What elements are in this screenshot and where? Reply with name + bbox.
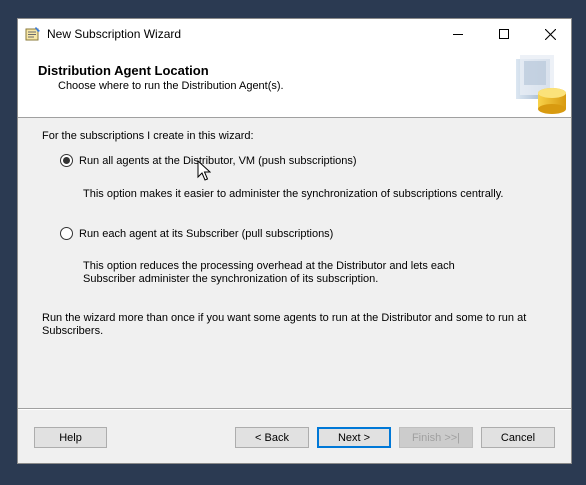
pull-subscriptions-description-line2: Subscriber administer the synchronizatio…	[83, 273, 379, 285]
page-title: Distribution Agent Location	[38, 63, 209, 78]
cancel-button[interactable]: Cancel	[481, 427, 555, 448]
pull-subscriptions-radio[interactable]	[60, 227, 73, 240]
push-subscriptions-label[interactable]: Run all agents at the Distributor, VM (p…	[79, 155, 357, 168]
minimize-icon	[453, 34, 463, 35]
help-button[interactable]: Help	[34, 427, 107, 448]
pull-subscriptions-description-line1: This option reduces the processing overh…	[83, 260, 455, 272]
page-subtitle: Choose where to run the Distribution Age…	[58, 80, 284, 92]
database-agent-icon	[516, 55, 566, 114]
push-subscriptions-description: This option makes it easier to administe…	[83, 188, 504, 200]
push-subscriptions-radio[interactable]	[60, 154, 73, 167]
back-button[interactable]: < Back	[235, 427, 309, 448]
close-icon	[544, 28, 556, 40]
pull-subscriptions-label[interactable]: Run each agent at its Subscriber (pull s…	[79, 228, 333, 241]
wizard-window: New Subscription Wizard Distribution Age…	[17, 18, 572, 464]
wizard-header: Distribution Agent Location Choose where…	[18, 49, 571, 118]
close-button[interactable]	[527, 19, 573, 49]
wizard-app-icon	[25, 27, 40, 41]
title-bar[interactable]: New Subscription Wizard	[18, 19, 571, 49]
minimize-button[interactable]	[435, 19, 481, 49]
note-line2: Subscribers.	[42, 325, 104, 337]
wizard-content: For the subscriptions I create in this w…	[18, 118, 571, 406]
mouse-pointer-icon	[197, 160, 211, 181]
intro-label: For the subscriptions I create in this w…	[42, 130, 254, 142]
maximize-icon	[499, 29, 509, 39]
window-title: New Subscription Wizard	[47, 27, 182, 41]
note-line1: Run the wizard more than once if you wan…	[42, 312, 527, 324]
next-button[interactable]: Next >	[317, 427, 391, 448]
finish-button[interactable]: Finish >>|	[399, 427, 473, 448]
button-separator	[18, 408, 571, 410]
maximize-button[interactable]	[481, 19, 527, 49]
